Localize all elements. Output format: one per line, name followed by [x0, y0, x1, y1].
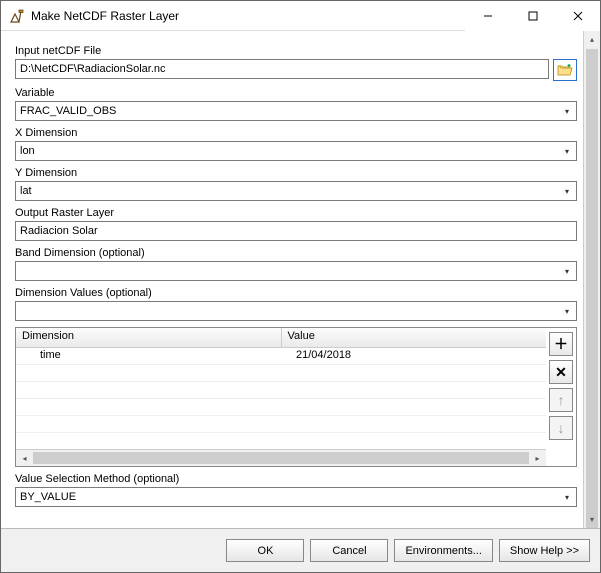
maximize-button[interactable] — [510, 1, 555, 31]
cancel-button[interactable]: Cancel — [310, 539, 388, 562]
variable-select[interactable]: ▾ — [15, 101, 577, 121]
scroll-down-icon[interactable]: ▾ — [584, 511, 600, 528]
arrow-up-icon: ↑ — [558, 392, 565, 408]
chevron-down-icon: ▾ — [558, 488, 576, 506]
band-dimension-select[interactable]: ▾ — [15, 261, 577, 281]
table-row[interactable]: time 21/04/2018 — [16, 348, 546, 365]
scroll-left-icon[interactable]: ◂ — [16, 450, 33, 466]
y-dimension-field[interactable] — [15, 181, 577, 201]
input-file-field[interactable] — [15, 59, 549, 79]
close-button[interactable] — [555, 1, 600, 31]
x-dimension-select[interactable]: ▾ — [15, 141, 577, 161]
chevron-down-icon: ▾ — [558, 102, 576, 120]
dimension-values-table: Dimension Value time 21/04/2018 ◂ ▸ — [15, 327, 577, 467]
band-dimension-label: Band Dimension (optional) — [15, 247, 577, 259]
ok-button[interactable]: OK — [226, 539, 304, 562]
plus-icon: ＋ — [554, 334, 568, 354]
x-dimension-label: X Dimension — [15, 127, 577, 139]
table-header-dimension[interactable]: Dimension — [16, 328, 282, 347]
chevron-down-icon: ▾ — [558, 262, 576, 280]
dimension-values-label: Dimension Values (optional) — [15, 287, 577, 299]
window-title: Make NetCDF Raster Layer — [31, 9, 465, 23]
band-dimension-field[interactable] — [15, 261, 577, 281]
table-cell-value: 21/04/2018 — [290, 348, 546, 364]
arrow-down-icon: ↓ — [558, 420, 565, 436]
chevron-down-icon: ▾ — [558, 302, 576, 320]
table-cell-dimension: time — [16, 348, 290, 364]
variable-label: Variable — [15, 87, 577, 99]
scroll-up-icon[interactable]: ▴ — [584, 31, 600, 48]
app-icon — [9, 8, 25, 24]
move-up-button[interactable]: ↑ — [549, 388, 573, 412]
y-dimension-label: Y Dimension — [15, 167, 577, 179]
browse-button[interactable] — [553, 59, 577, 81]
table-header-value[interactable]: Value — [282, 328, 547, 347]
y-dimension-select[interactable]: ▾ — [15, 181, 577, 201]
variable-field[interactable] — [15, 101, 577, 121]
input-file-label: Input netCDF File — [15, 45, 577, 57]
dimension-values-field[interactable] — [15, 301, 577, 321]
scrollbar-thumb[interactable] — [586, 49, 598, 528]
move-down-button[interactable]: ↓ — [549, 416, 573, 440]
value-selection-field[interactable] — [15, 487, 577, 507]
titlebar: Make NetCDF Raster Layer — [1, 1, 600, 31]
form-panel: Input netCDF File Variable ▾ X Dimension… — [1, 31, 583, 528]
vertical-scrollbar[interactable]: ▴ ▾ — [583, 31, 600, 528]
chevron-down-icon: ▾ — [558, 182, 576, 200]
environments-button[interactable]: Environments... — [394, 539, 492, 562]
folder-open-icon — [557, 63, 573, 77]
chevron-down-icon: ▾ — [558, 142, 576, 160]
delete-row-button[interactable]: ✕ — [549, 360, 573, 384]
output-layer-label: Output Raster Layer — [15, 207, 577, 219]
table-body[interactable]: time 21/04/2018 — [16, 348, 546, 449]
table-horizontal-scrollbar[interactable]: ◂ ▸ — [16, 449, 546, 466]
dimension-values-select[interactable]: ▾ — [15, 301, 577, 321]
show-help-button[interactable]: Show Help >> — [499, 539, 590, 562]
value-selection-label: Value Selection Method (optional) — [15, 473, 577, 485]
cross-icon: ✕ — [555, 364, 567, 381]
add-row-button[interactable]: ＋ — [549, 332, 573, 356]
output-layer-field[interactable] — [15, 221, 577, 241]
dialog-footer: OK Cancel Environments... Show Help >> — [1, 528, 600, 572]
scroll-right-icon[interactable]: ▸ — [529, 450, 546, 466]
minimize-button[interactable] — [465, 1, 510, 31]
x-dimension-field[interactable] — [15, 141, 577, 161]
value-selection-select[interactable]: ▾ — [15, 487, 577, 507]
